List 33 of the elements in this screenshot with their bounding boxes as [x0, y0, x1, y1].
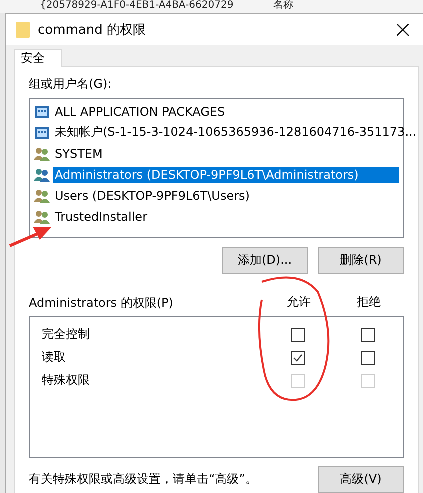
- group-item[interactable]: SYSTEM: [53, 146, 105, 162]
- users-icon: [34, 188, 50, 202]
- add-button[interactable]: 添加(D)...: [222, 247, 308, 274]
- group-package-icon: [34, 104, 50, 118]
- column-header: 拒绝: [356, 294, 382, 311]
- group-item[interactable]: Users (DESKTOP-9PF9L6T\Users): [53, 188, 252, 204]
- background-tab-title: {20578929-A1F0-4EB1-A4BA-6620729: [40, 0, 234, 12]
- groups-label: 组或用户名(G):: [29, 76, 113, 92]
- checkbox[interactable]: [291, 350, 305, 364]
- group-package-icon: [34, 126, 50, 140]
- permission-name: 完全控制: [41, 326, 91, 343]
- users-icon: [34, 210, 50, 224]
- users-icon: [34, 146, 50, 160]
- users-icon: [34, 168, 50, 182]
- permission-name: 特殊权限: [41, 372, 91, 389]
- group-item[interactable]: 未知帐户(S-1-15-3-1024-1065365936-1281604716-351173...: [53, 123, 419, 142]
- checkbox[interactable]: [361, 350, 375, 364]
- checkbox[interactable]: [291, 328, 305, 342]
- folder-icon: [16, 22, 30, 38]
- group-item[interactable]: Administrators (DESKTOP-9PF9L6T\Administrators): [53, 166, 399, 182]
- permissions-label: Administrators 的权限(P): [29, 295, 174, 311]
- advanced-button[interactable]: 高级(V): [318, 466, 404, 493]
- tab[interactable]: 安全: [14, 49, 62, 67]
- column-header: 允许: [286, 294, 312, 311]
- group-item[interactable]: ALL APPLICATION PACKAGES: [53, 104, 228, 120]
- column-header: 名称: [274, 0, 294, 12]
- permission-name: 读取: [41, 349, 67, 366]
- remove-button[interactable]: 删除(R): [318, 247, 404, 274]
- checkbox[interactable]: [361, 328, 375, 342]
- group-item[interactable]: TrustedInstaller: [53, 208, 150, 224]
- close-icon: [397, 24, 409, 36]
- window-title: command 的权限: [38, 22, 148, 38]
- advanced-hint: 有关特殊权限或高级设置，请单击“高级”。: [29, 471, 258, 488]
